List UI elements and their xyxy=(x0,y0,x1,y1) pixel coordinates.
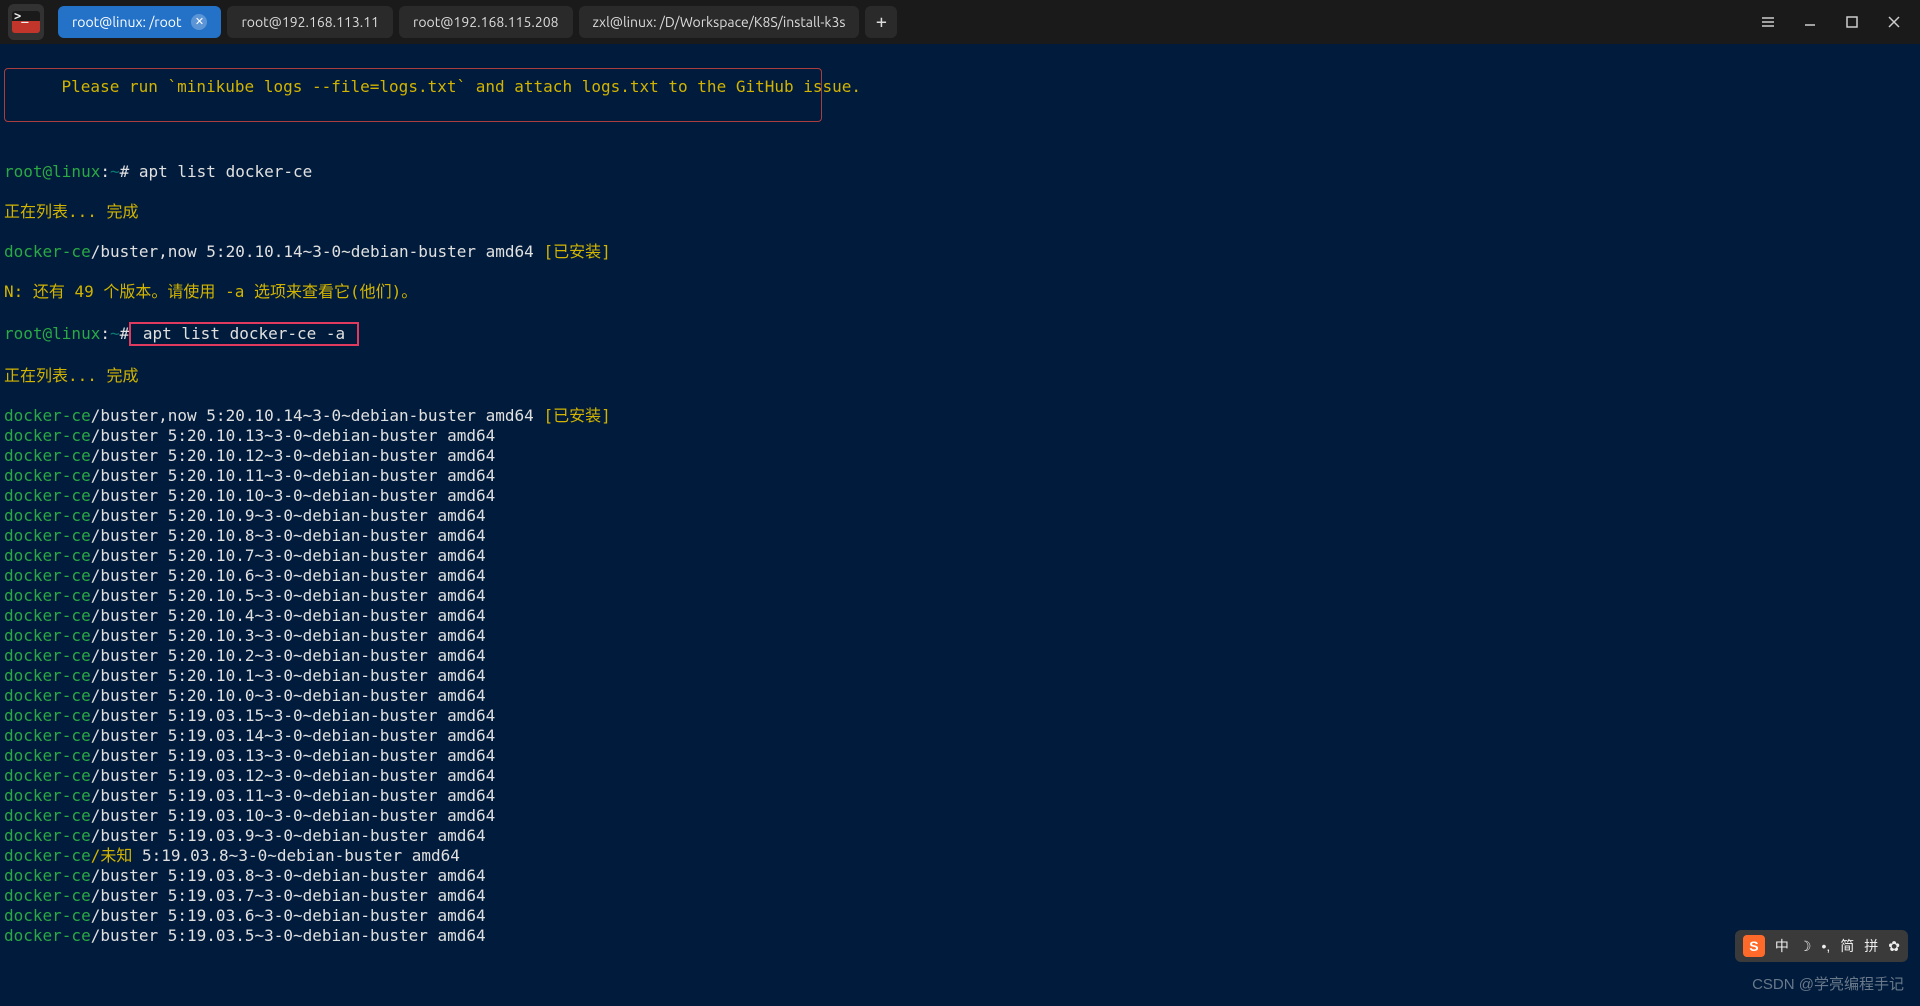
ime-settings-icon[interactable]: ✿ xyxy=(1888,938,1900,955)
app-icon xyxy=(8,4,44,40)
package-line: docker-ce/buster 5:20.10.9~3-0~debian-bu… xyxy=(4,506,1916,526)
package-line: docker-ce/buster 5:19.03.15~3-0~debian-b… xyxy=(4,706,1916,726)
listing-status: 正在列表... 完成 xyxy=(4,202,1916,222)
prompt-line-2: root@linux:~# apt list docker-ce -a xyxy=(4,322,1916,346)
ime-pinyin[interactable]: 拼 xyxy=(1864,936,1878,956)
minimize-icon xyxy=(1803,15,1817,29)
new-tab-button[interactable]: + xyxy=(865,6,897,38)
error-message-box: Please run `minikube logs --file=logs.tx… xyxy=(4,68,822,122)
package-line: docker-ce/buster 5:20.10.2~3-0~debian-bu… xyxy=(4,646,1916,666)
package-line: docker-ce/buster 5:20.10.4~3-0~debian-bu… xyxy=(4,606,1916,626)
close-button[interactable] xyxy=(1876,6,1912,38)
package-line: docker-ce/buster 5:20.10.13~3-0~debian-b… xyxy=(4,426,1916,446)
titlebar: root@linux: /root ✕ root@192.168.113.11 roo… xyxy=(0,0,1920,44)
package-line: docker-ce/buster 5:20.10.8~3-0~debian-bu… xyxy=(4,526,1916,546)
ime-logo-icon: S xyxy=(1743,935,1765,957)
maximize-button[interactable] xyxy=(1834,6,1870,38)
ime-simplified[interactable]: 简 xyxy=(1840,936,1854,956)
package-line: docker-ce/buster 5:19.03.14~3-0~debian-b… xyxy=(4,726,1916,746)
error-message-text: Please run `minikube logs --file=logs.tx… xyxy=(23,77,861,96)
package-line: docker-ce/buster 5:20.10.1~3-0~debian-bu… xyxy=(4,666,1916,686)
ime-toolbar[interactable]: S 中 ☽ •, 简 拼 ✿ xyxy=(1735,930,1908,962)
tab-0[interactable]: root@linux: /root ✕ xyxy=(58,6,221,38)
package-line: docker-ce/buster 5:19.03.11~3-0~debian-b… xyxy=(4,786,1916,806)
tab-2[interactable]: root@192.168.115.208 xyxy=(399,6,572,38)
package-line: docker-ce/未知 5:19.03.8~3-0~debian-buster… xyxy=(4,846,1916,866)
note-line: N: 还有 49 个版本。请使用 -a 选项来查看它(他们)。 xyxy=(4,282,1916,302)
package-line: docker-ce/buster 5:19.03.12~3-0~debian-b… xyxy=(4,766,1916,786)
package-line: docker-ce/buster 5:20.10.7~3-0~debian-bu… xyxy=(4,546,1916,566)
package-line: docker-ce/buster 5:19.03.8~3-0~debian-bu… xyxy=(4,866,1916,886)
tab-label: root@linux: /root xyxy=(72,14,181,30)
package-line: docker-ce/buster 5:20.10.6~3-0~debian-bu… xyxy=(4,566,1916,586)
package-line: docker-ce/buster 5:19.03.10~3-0~debian-b… xyxy=(4,806,1916,826)
ime-punct[interactable]: •, xyxy=(1821,938,1830,954)
package-line: docker-ce/buster 5:20.10.12~3-0~debian-b… xyxy=(4,446,1916,466)
prompt-line-1: root@linux:~# apt list docker-ce xyxy=(4,162,1916,182)
highlighted-command: apt list docker-ce -a xyxy=(129,322,359,346)
package-line: docker-ce/buster 5:19.03.7~3-0~debian-bu… xyxy=(4,886,1916,906)
terminal-icon xyxy=(12,11,40,33)
listing-status-2: 正在列表... 完成 xyxy=(4,366,1916,386)
tab-label: root@192.168.113.11 xyxy=(241,14,379,30)
package-line: docker-ce/buster 5:19.03.13~3-0~debian-b… xyxy=(4,746,1916,766)
tab-label: root@192.168.115.208 xyxy=(413,14,558,30)
minimize-button[interactable] xyxy=(1792,6,1828,38)
tab-3[interactable]: zxl@linux: /D/Workspace/K8S/install-k3s xyxy=(579,6,860,38)
menu-button[interactable] xyxy=(1750,6,1786,38)
maximize-icon xyxy=(1845,15,1859,29)
close-icon xyxy=(1887,15,1901,29)
package-line: docker-ce/buster 5:19.03.9~3-0~debian-bu… xyxy=(4,826,1916,846)
package-line: docker-ce/buster 5:19.03.5~3-0~debian-bu… xyxy=(4,926,1916,946)
tab-label: zxl@linux: /D/Workspace/K8S/install-k3s xyxy=(593,14,846,30)
hamburger-icon xyxy=(1761,15,1775,29)
watermark: CSDN @学亮编程手记 xyxy=(1752,973,1904,994)
ime-mode[interactable]: 中 xyxy=(1775,936,1789,956)
package-line: docker-ce/buster 5:20.10.5~3-0~debian-bu… xyxy=(4,586,1916,606)
package-line: docker-ce/buster 5:20.10.11~3-0~debian-b… xyxy=(4,466,1916,486)
tab-1[interactable]: root@192.168.113.11 xyxy=(227,6,393,38)
package-line: docker-ce/buster 5:19.03.6~3-0~debian-bu… xyxy=(4,906,1916,926)
ime-moon-icon[interactable]: ☽ xyxy=(1799,938,1812,955)
package-line-installed: docker-ce/buster,now 5:20.10.14~3-0~debi… xyxy=(4,242,1916,262)
package-line: docker-ce/buster,now 5:20.10.14~3-0~debi… xyxy=(4,406,1916,426)
terminal-output[interactable]: Please run `minikube logs --file=logs.tx… xyxy=(0,44,1920,970)
tab-close-icon[interactable]: ✕ xyxy=(191,14,207,30)
package-line: docker-ce/buster 5:20.10.10~3-0~debian-b… xyxy=(4,486,1916,506)
package-line: docker-ce/buster 5:20.10.3~3-0~debian-bu… xyxy=(4,626,1916,646)
package-line: docker-ce/buster 5:20.10.0~3-0~debian-bu… xyxy=(4,686,1916,706)
